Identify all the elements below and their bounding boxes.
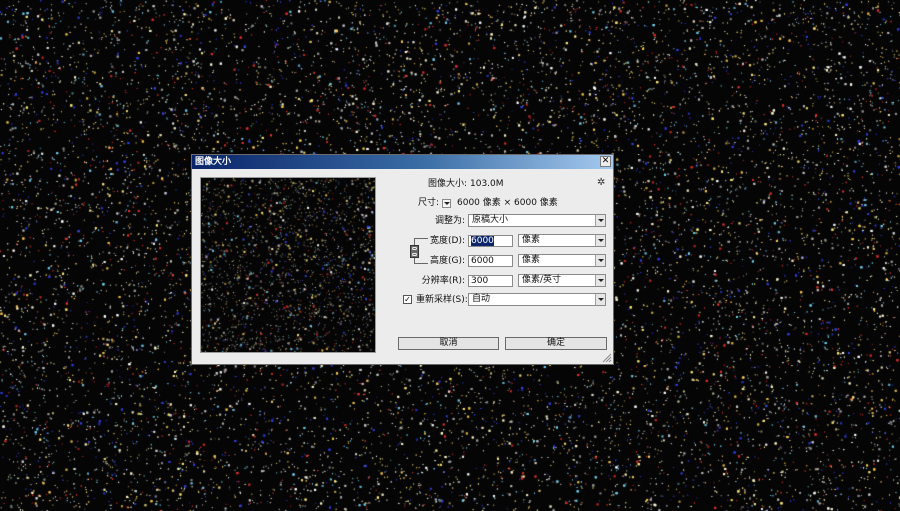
resolution-unit-value: 像素/英寸 xyxy=(522,275,562,285)
dimensions-value: 6000 像素 × 6000 像素 xyxy=(457,198,558,208)
dropdown-arrow-icon xyxy=(595,215,605,226)
resolution-input[interactable]: 300 xyxy=(468,275,513,287)
resize-select-value: 原稿大小 xyxy=(472,215,509,225)
dropdown-arrow-icon xyxy=(595,294,605,305)
width-unit-value: 像素 xyxy=(522,235,541,245)
image-preview[interactable] xyxy=(200,177,376,353)
image-size-value: 103.0M xyxy=(470,179,504,189)
resize-label: 调整为: xyxy=(434,216,465,226)
resize-select[interactable]: 原稿大小 xyxy=(468,214,606,227)
image-size-dialog: 图像大小 ✕ 图像大小: 103.0M ✲ 尺寸: 6000 像素 × 6000… xyxy=(191,154,614,365)
title-bar[interactable]: 图像大小 ✕ xyxy=(192,155,613,169)
close-icon[interactable]: ✕ xyxy=(600,156,611,167)
width-input[interactable]: 6000 xyxy=(468,235,513,247)
image-size-label: 图像大小: xyxy=(427,179,467,189)
height-unit-select[interactable]: 像素 xyxy=(518,254,606,267)
width-input-value: 6000 xyxy=(471,236,494,246)
dropdown-arrow-icon xyxy=(595,275,605,286)
height-unit-value: 像素 xyxy=(522,255,541,265)
dialog-title: 图像大小 xyxy=(195,157,232,167)
preview-image xyxy=(201,178,375,352)
cancel-button[interactable]: 取消 xyxy=(398,337,499,350)
ok-button[interactable]: 确定 xyxy=(505,337,607,350)
resolution-label: 分辨率(R): xyxy=(421,276,465,286)
resample-select[interactable]: 自动 xyxy=(468,293,606,306)
gear-icon[interactable]: ✲ xyxy=(597,178,605,188)
height-input[interactable]: 6000 xyxy=(468,255,513,267)
link-chain-icon[interactable] xyxy=(410,245,419,258)
dimensions-label: 尺寸: xyxy=(417,198,439,208)
dimensions-unit-dropdown[interactable] xyxy=(442,199,451,208)
width-label: 宽度(D): xyxy=(430,236,465,246)
dropdown-arrow-icon xyxy=(595,255,605,266)
resample-checkbox[interactable]: ✓ xyxy=(403,295,412,304)
width-unit-select[interactable]: 像素 xyxy=(518,234,606,247)
resample-label: 重新采样(S): xyxy=(416,295,468,305)
dropdown-arrow-icon xyxy=(595,235,605,246)
height-input-value: 6000 xyxy=(471,256,494,266)
resolution-unit-select[interactable]: 像素/英寸 xyxy=(518,274,606,287)
height-label: 高度(G): xyxy=(429,256,465,266)
resize-grip-icon[interactable] xyxy=(602,353,612,363)
resolution-input-value: 300 xyxy=(471,276,489,286)
resample-select-value: 自动 xyxy=(472,294,491,304)
checkmark-icon: ✓ xyxy=(404,295,411,304)
